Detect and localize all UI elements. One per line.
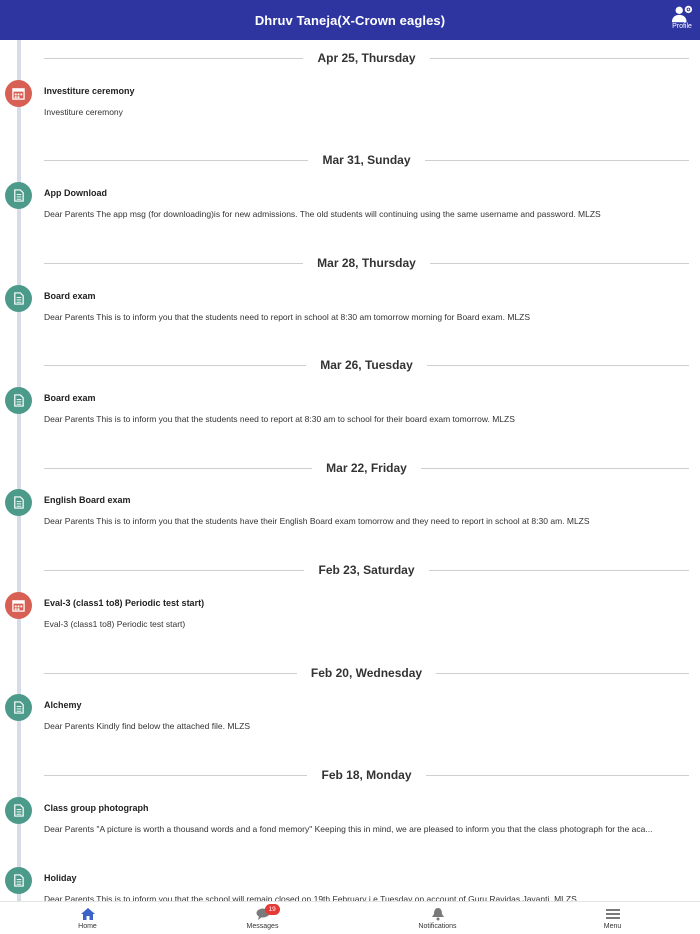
item-title: Alchemy (44, 700, 82, 710)
messages-badge: 19 (264, 904, 280, 915)
nav-home-label: Home (78, 923, 97, 930)
nav-notifications-label: Notifications (418, 923, 457, 930)
document-icon (5, 694, 32, 721)
date-label: Feb 23, Saturday (318, 563, 415, 577)
profile-button[interactable]: Profile (670, 4, 694, 30)
item-title: Board exam (44, 393, 96, 403)
date-separator: Mar 26, Tuesday (44, 355, 690, 375)
date-separator: Mar 31, Sunday (44, 150, 689, 170)
date-label: Mar 28, Thursday (317, 256, 416, 270)
item-title: English Board exam (44, 495, 131, 505)
item-title: Eval-3 (class1 to8) Periodic test start) (44, 598, 205, 608)
date-separator: Feb 23, Saturday (44, 560, 690, 580)
document-icon (5, 797, 32, 824)
item-body: Eval-3 (class1 to8) Periodic test start) (44, 619, 186, 629)
document-icon (5, 867, 32, 894)
item-title: Class group photograph (44, 803, 149, 813)
page-title: Dhruv Taneja(X-Crown eagles) (254, 12, 446, 28)
bell-icon (431, 908, 444, 921)
user-settings-icon (671, 5, 693, 23)
date-separator: Mar 22, Friday (44, 458, 690, 478)
document-icon (5, 285, 32, 312)
nav-notifications[interactable]: Notifications (350, 902, 525, 934)
document-icon (5, 489, 32, 516)
profile-label: Profile (672, 23, 692, 30)
calendar-icon (5, 592, 32, 619)
item-body: Investiture ceremony (44, 107, 123, 117)
date-label: Feb 20, Wednesday (310, 666, 423, 680)
date-separator: Mar 28, Thursday (44, 253, 690, 273)
item-body: Dear Parents This is to inform you that … (44, 894, 577, 901)
item-title: Holiday (44, 873, 77, 883)
item-title: App Download (44, 188, 107, 198)
nav-home[interactable]: Home (0, 902, 175, 934)
item-body: Dear Parents This is to inform you that … (44, 516, 590, 526)
calendar-icon (5, 80, 32, 107)
nav-messages[interactable]: 19 Messages (175, 902, 350, 934)
home-icon (80, 908, 95, 920)
timeline-line (17, 40, 21, 901)
date-separator: Apr 25, Thursday (44, 48, 689, 68)
date-label: Mar 31, Sunday (322, 153, 411, 167)
date-label: Mar 26, Tuesday (320, 358, 413, 372)
item-body: Dear Parents Kindly find below the attac… (44, 721, 250, 731)
item-body: Dear Parents "A picture is worth a thous… (44, 824, 653, 834)
date-separator: Feb 20, Wednesday (44, 663, 689, 683)
hamburger-icon (605, 909, 620, 919)
item-title: Investiture ceremony (44, 86, 135, 96)
nav-messages-label: Messages (246, 923, 279, 930)
item-body: Dear Parents The app msg (for downloadin… (44, 209, 601, 219)
date-label: Feb 18, Monday (321, 768, 412, 782)
timeline-feed[interactable]: Apr 25, Thursday Investiture ceremony In… (0, 40, 700, 901)
app-header: Dhruv Taneja(X-Crown eagles) Profile (0, 0, 700, 40)
bottom-navigation: Home 19 Messages Notifications Menu (0, 901, 700, 934)
nav-menu-label: Menu (603, 923, 622, 930)
date-separator: Feb 18, Monday (44, 765, 689, 785)
item-body: Dear Parents This is to inform you that … (44, 312, 530, 322)
date-label: Apr 25, Thursday (317, 51, 416, 65)
nav-menu[interactable]: Menu (525, 902, 700, 934)
document-icon (5, 387, 32, 414)
document-icon (5, 182, 32, 209)
date-label: Mar 22, Friday (326, 461, 407, 475)
item-body: Dear Parents This is to inform you that … (44, 414, 515, 424)
item-title: Board exam (44, 291, 96, 301)
